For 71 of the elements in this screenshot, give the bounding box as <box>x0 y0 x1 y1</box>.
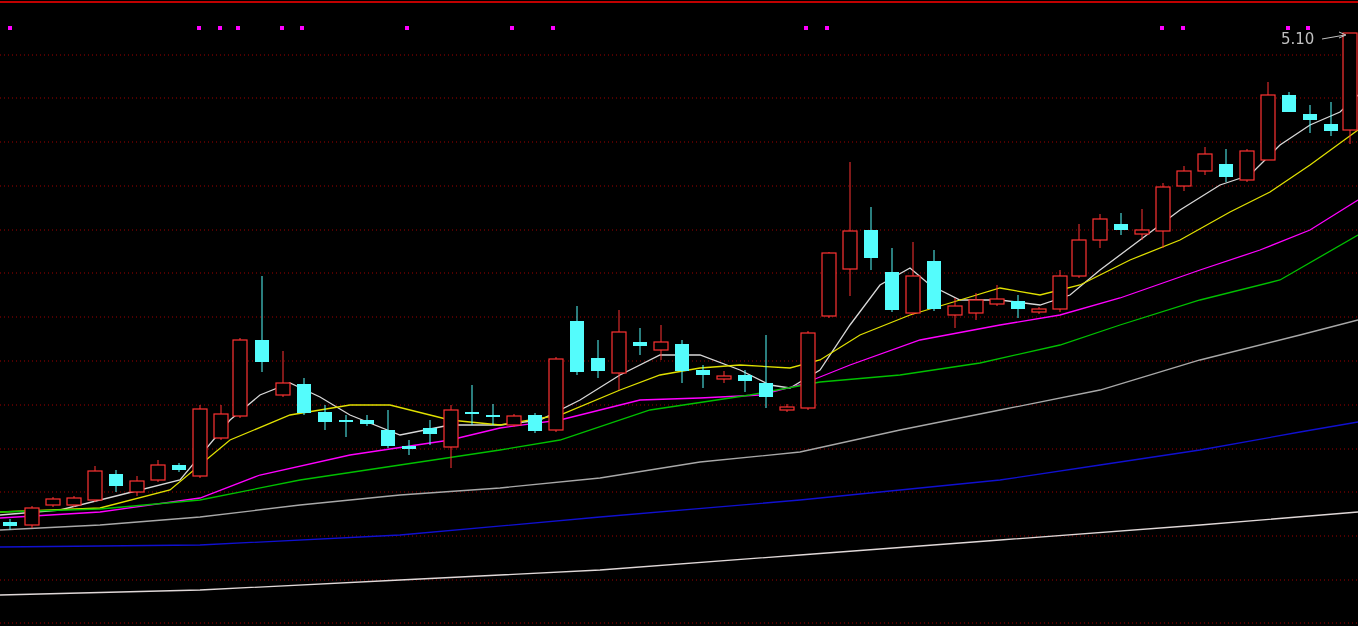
candlestick <box>1011 294 1025 319</box>
candlestick <box>1239 148 1255 183</box>
candlestick <box>172 462 186 473</box>
signal-marker <box>1181 26 1185 30</box>
signal-marker <box>825 26 829 30</box>
price-label: 5.10 <box>1281 30 1315 48</box>
signal-marker <box>280 26 284 30</box>
candlestick <box>1197 146 1213 176</box>
candlestick <box>402 439 416 456</box>
signal-marker <box>551 26 555 30</box>
signal-marker <box>218 26 222 30</box>
signal-marker <box>405 26 409 30</box>
candlestick <box>989 284 1005 307</box>
candlestick <box>653 324 669 361</box>
candlestick <box>1031 306 1047 315</box>
candlestick <box>675 339 689 384</box>
candlestick <box>1071 223 1087 279</box>
candlestick <box>738 369 752 393</box>
candlestick <box>779 403 795 413</box>
candlestick <box>947 297 963 329</box>
signal-marker <box>8 26 12 30</box>
candlestick <box>1282 91 1296 113</box>
candlestick <box>465 384 479 426</box>
candlestick <box>150 459 166 483</box>
candlestick <box>339 414 353 438</box>
candlestick <box>1324 101 1338 137</box>
candlestick <box>1303 104 1317 134</box>
candlestick <box>129 475 145 497</box>
candlestick <box>381 409 395 449</box>
candlestick <box>213 404 229 441</box>
candlestick <box>3 518 17 531</box>
candlestick <box>570 305 584 376</box>
candlestick <box>66 495 82 508</box>
candlestick <box>633 327 647 356</box>
candlestick <box>297 377 311 416</box>
candlestick <box>716 370 732 384</box>
candlestick <box>318 404 332 431</box>
candlestick <box>968 292 984 321</box>
signal-marker <box>804 26 808 30</box>
signal-marker <box>300 26 304 30</box>
signal-marker <box>1160 26 1164 30</box>
candlestick <box>885 247 899 313</box>
signal-marker <box>1286 26 1290 30</box>
signal-marker <box>197 26 201 30</box>
candlestick <box>1155 182 1171 249</box>
candlestick <box>696 364 710 389</box>
candlestick <box>109 469 123 493</box>
candlestick <box>1052 269 1068 313</box>
signal-marker <box>1306 26 1310 30</box>
candlestick <box>821 251 837 319</box>
price-pointer-arrow <box>1321 31 1347 40</box>
candlestick <box>1176 165 1192 192</box>
candlestick <box>506 413 522 428</box>
candlestick <box>45 496 61 508</box>
candlestick <box>1219 148 1233 183</box>
signal-marker <box>510 26 514 30</box>
candlestick <box>591 339 605 379</box>
candlestick <box>927 249 941 312</box>
candlestick <box>1114 212 1128 236</box>
candlestick <box>87 465 103 503</box>
candlestick <box>528 412 542 434</box>
signal-marker <box>236 26 240 30</box>
candlestick <box>486 403 500 426</box>
candlestick <box>423 419 437 446</box>
candlestick <box>443 404 459 469</box>
candlestick <box>360 414 374 427</box>
candlestick <box>275 350 291 398</box>
candlestick <box>864 206 878 271</box>
candlestick <box>24 505 40 529</box>
candlestick <box>1092 213 1108 249</box>
candlestick <box>1134 208 1150 241</box>
